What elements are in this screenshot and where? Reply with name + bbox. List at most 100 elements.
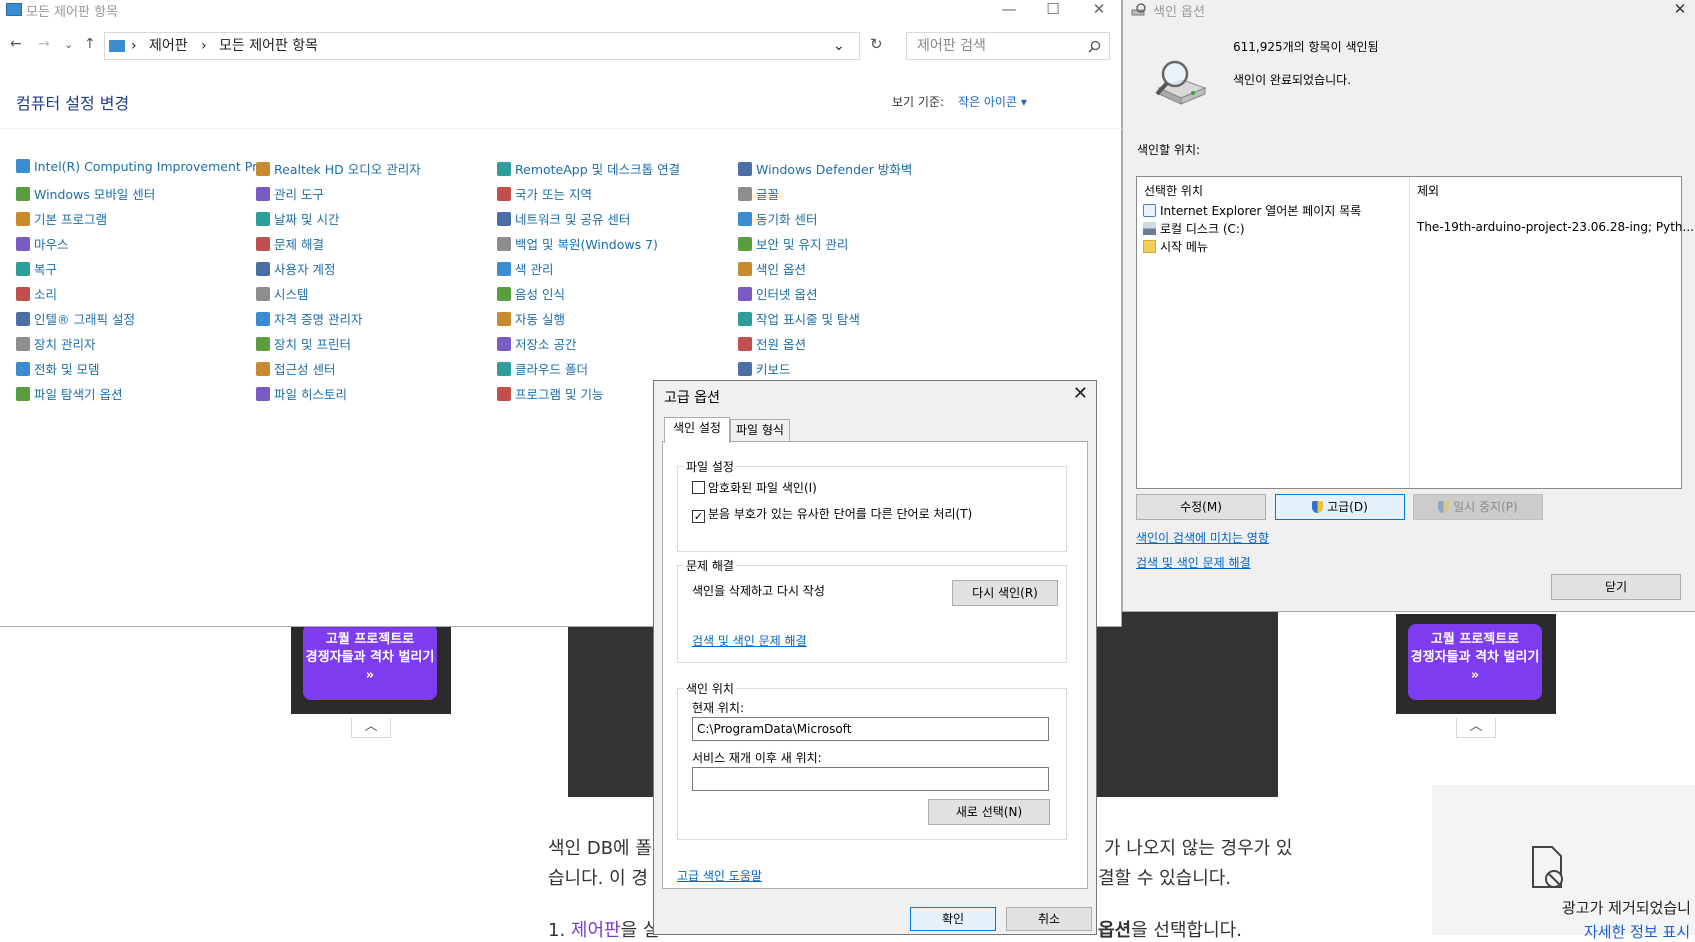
control-panel-item[interactable]: 백업 및 복원(Windows 7) [497, 234, 658, 254]
control-panel-item[interactable]: 국가 또는 지역 [497, 184, 592, 204]
control-panel-item[interactable]: 색인 옵션 [738, 259, 806, 279]
breadcrumb-all-items[interactable]: 모든 제어판 항목 [219, 33, 318, 59]
control-panel-item[interactable]: 인터넷 옵션 [738, 284, 817, 304]
control-panel-item[interactable]: 키보드 [738, 359, 791, 379]
new-location-field [692, 767, 1049, 791]
back-arrow-icon[interactable]: ← [10, 36, 22, 52]
tab-file-types[interactable]: 파일 형식 [730, 419, 790, 441]
control-panel-item[interactable]: 클라우드 폴더 [497, 359, 588, 379]
control-panel-search-input[interactable]: 제어판 검색 [906, 32, 1110, 60]
control-panel-item[interactable]: Intel(R) Computing Improvement Pr... [16, 159, 268, 179]
control-panel-item[interactable]: 소리 [16, 284, 57, 304]
control-panel-item-icon [497, 287, 511, 301]
article-line-1b: 가 나오지 않는 경우가 있 [1104, 838, 1293, 859]
column-header-included[interactable]: 선택한 위치 [1144, 182, 1203, 199]
ad-removed-panel: 광고가 제거되었습니 자세한 정보 표시 [1432, 785, 1695, 941]
control-panel-item-icon [16, 212, 30, 226]
address-dropdown-icon[interactable]: ⌄ [833, 33, 845, 59]
control-panel-item-label: 클라우드 폴더 [515, 362, 588, 377]
encrypted-files-checkbox[interactable]: 암호화된 파일 색인(I) [692, 479, 817, 496]
modify-button[interactable]: 수정(M) [1136, 494, 1266, 520]
advanced-help-link[interactable]: 고급 색인 도움말 [677, 867, 762, 884]
control-panel-item[interactable]: 프로그램 및 기능 [497, 384, 603, 404]
control-panel-item-icon [16, 159, 30, 173]
control-panel-item[interactable]: Windows 모바일 센터 [16, 184, 155, 204]
control-panel-item-label: 장치 및 프린터 [274, 337, 351, 352]
control-panel-item[interactable]: 장치 관리자 [16, 334, 95, 354]
address-bar[interactable]: › 제어판 › 모든 제어판 항목 ⌄ [104, 32, 860, 60]
minimize-button[interactable]: — [992, 0, 1026, 20]
up-arrow-icon[interactable]: ↑ [84, 36, 96, 52]
control-panel-item[interactable]: 관리 도구 [256, 184, 324, 204]
promo-button-left[interactable]: 고퀄 프로젝트로 경쟁자들과 격차 벌리기 » [303, 624, 437, 700]
control-panel-item[interactable]: 마우스 [16, 234, 69, 254]
close-dialog-button[interactable]: 닫기 [1551, 574, 1681, 600]
close-button[interactable]: ✕ [1082, 0, 1116, 20]
tab-index-settings[interactable]: 색인 설정 [664, 417, 730, 443]
control-panel-item[interactable]: 접근성 센터 [256, 359, 335, 379]
control-panel-link[interactable]: 제어판 [571, 920, 621, 941]
control-panel-item[interactable]: 네트워크 및 공유 센터 [497, 209, 630, 229]
control-panel-item[interactable]: RemoteApp 및 데스크톱 연결 [497, 159, 680, 179]
control-panel-item[interactable]: 작업 표시줄 및 탐색 [738, 309, 860, 329]
control-panel-item[interactable]: 파일 탐색기 옵션 [16, 384, 122, 404]
breadcrumb-control-panel[interactable]: 제어판 [149, 33, 188, 59]
control-panel-item[interactable]: 장치 및 프린터 [256, 334, 351, 354]
control-panel-item-icon [738, 212, 752, 226]
control-panel-item[interactable]: Windows Defender 방화벽 [738, 159, 912, 179]
scroll-up-chevron-left[interactable]: ︿ [351, 718, 391, 738]
control-panel-item[interactable]: 자동 실행 [497, 309, 565, 329]
promo-button-right[interactable]: 고퀄 프로젝트로 경쟁자들과 격차 벌리기 » [1408, 624, 1542, 700]
control-panel-item[interactable]: 날짜 및 시간 [256, 209, 339, 229]
control-panel-item[interactable]: 파일 히스토리 [256, 384, 347, 404]
close-icon[interactable]: ✕ [1073, 383, 1088, 404]
control-panel-item[interactable]: 전원 옵션 [738, 334, 806, 354]
cancel-button[interactable]: 취소 [1006, 907, 1092, 931]
control-panel-item-label: 보안 및 유지 관리 [756, 237, 849, 252]
ad-details-link[interactable]: 자세한 정보 표시 [1584, 921, 1690, 942]
control-panel-item-icon [16, 287, 30, 301]
advanced-button[interactable]: 고급(D) [1275, 494, 1405, 520]
control-panel-item[interactable]: 문제 해결 [256, 234, 324, 254]
troubleshoot-link[interactable]: 검색 및 색인 문제 해결 [1136, 554, 1251, 571]
control-panel-item[interactable]: Realtek HD 오디오 관리자 [256, 159, 421, 179]
scroll-up-chevron-right[interactable]: ︿ [1456, 718, 1496, 738]
column-header-excluded[interactable]: 제외 [1417, 182, 1439, 199]
control-panel-item-icon [738, 262, 752, 276]
ok-button[interactable]: 확인 [910, 907, 996, 931]
control-panel-item-icon [256, 212, 270, 226]
control-panel-item[interactable]: 사용자 계정 [256, 259, 335, 279]
control-panel-item[interactable]: 글꼴 [738, 184, 779, 204]
control-panel-item[interactable]: 자격 증명 관리자 [256, 309, 362, 329]
control-panel-item[interactable]: 기본 프로그램 [16, 209, 107, 229]
article-line-3: 1. 제어판을 실 [548, 916, 659, 942]
view-by-dropdown[interactable]: 작은 아이콘 ▾ [958, 93, 1027, 110]
control-panel-item[interactable]: 저장소 공간 [497, 334, 576, 354]
troubleshoot-search-link[interactable]: 검색 및 색인 문제 해결 [692, 632, 807, 649]
control-panel-item[interactable]: 음성 인식 [497, 284, 565, 304]
control-panel-item-label: 동기화 센터 [756, 212, 818, 227]
control-panel-item[interactable]: 전화 및 모뎀 [16, 359, 99, 379]
ad-removed-text: 광고가 제거되었습니 [1562, 899, 1691, 917]
control-panel-item[interactable]: 동기화 센터 [738, 209, 817, 229]
control-panel-item[interactable]: 시스템 [256, 284, 309, 304]
shield-icon [1438, 501, 1450, 513]
control-panel-item[interactable]: 보안 및 유지 관리 [738, 234, 848, 254]
control-panel-item-label: 음성 인식 [515, 287, 565, 302]
control-panel-item[interactable]: 복구 [16, 259, 57, 279]
list-item[interactable]: 로컬 디스크 (C:) [1143, 220, 1245, 237]
close-button[interactable]: ✕ [1663, 0, 1695, 20]
index-locations-list[interactable]: 선택한 위치 제외 Internet Explorer 열어본 페이지 목록 로… [1136, 176, 1694, 489]
maximize-button[interactable]: ☐ [1036, 0, 1070, 20]
rebuild-button[interactable]: 다시 색인(R) [952, 580, 1058, 606]
select-new-button[interactable]: 새로 선택(N) [928, 799, 1050, 825]
indexing-effect-link[interactable]: 색인이 검색에 미치는 영향 [1136, 529, 1269, 546]
control-panel-item[interactable]: 인텔® 그래픽 설정 [16, 309, 135, 329]
control-panel-item[interactable]: 색 관리 [497, 259, 553, 279]
list-item[interactable]: 시작 메뉴 [1143, 238, 1208, 255]
diacritics-checkbox[interactable]: ✓ 분음 부호가 있는 유사한 단어를 다른 단어로 처리(T) [692, 505, 972, 523]
list-item[interactable]: Internet Explorer 열어본 페이지 목록 [1143, 202, 1361, 219]
forward-arrow-icon[interactable]: → [38, 36, 50, 52]
recent-locations-icon[interactable]: ⌄ [64, 38, 73, 51]
refresh-icon[interactable]: ↻ [870, 35, 883, 53]
